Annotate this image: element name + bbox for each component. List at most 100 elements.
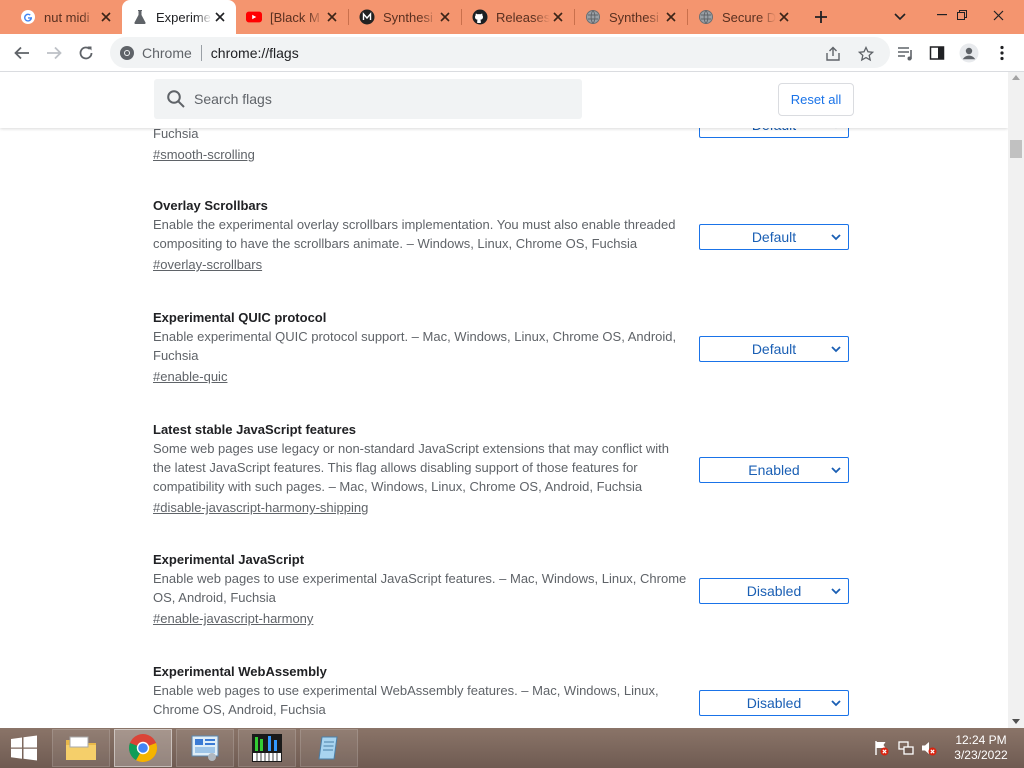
- flag-select-javascript-harmony[interactable]: Disabled: [699, 578, 849, 604]
- taskbar-synthesia[interactable]: [238, 729, 296, 767]
- tab-title: Secure D: [722, 9, 776, 25]
- select-value: Disabled: [746, 583, 802, 599]
- tab-releases[interactable]: Releases: [462, 0, 574, 34]
- profile-button[interactable]: [954, 38, 984, 68]
- close-tab-icon[interactable]: [776, 9, 792, 25]
- flag-select-overlay-scrollbars[interactable]: Default: [699, 224, 849, 250]
- flag-select-webassembly[interactable]: Disabled: [699, 690, 849, 716]
- restore-icon: [957, 10, 967, 20]
- close-tab-icon[interactable]: [98, 9, 114, 25]
- tab-nut-midi[interactable]: nut midi: [10, 0, 122, 34]
- select-value: Default: [751, 341, 797, 357]
- flag-name: Experimental QUIC protocol: [153, 310, 327, 325]
- flag-anchor-link[interactable]: #enable-quic: [153, 367, 227, 386]
- select-value: Default: [751, 229, 797, 245]
- action-center-flag-icon[interactable]: [873, 740, 889, 756]
- reading-list-button[interactable]: [891, 38, 921, 68]
- flag-anchor-link[interactable]: #enable-javascript-harmony: [153, 609, 313, 628]
- back-arrow-icon: [14, 46, 29, 60]
- clock-date: 3/23/2022: [954, 748, 1008, 762]
- start-button[interactable]: [0, 728, 48, 768]
- close-tab-icon[interactable]: [212, 9, 228, 25]
- flag-select-javascript-harmony-shipping[interactable]: Enabled: [699, 457, 849, 483]
- system-clock[interactable]: 12:24 PM 3/23/2022: [948, 733, 1014, 763]
- scroll-up-arrow-icon[interactable]: [1012, 75, 1020, 80]
- windows-logo-icon: [11, 735, 37, 761]
- close-icon: [993, 10, 1003, 20]
- select-value: Disabled: [746, 695, 802, 711]
- volume-muted-icon[interactable]: [921, 740, 937, 756]
- synthesia-icon: [359, 9, 375, 25]
- tab-title: Releases: [496, 9, 550, 25]
- flask-icon: [132, 9, 148, 25]
- share-button[interactable]: [819, 40, 847, 68]
- flag-name: Overlay Scrollbars: [153, 198, 268, 213]
- taskbar-notepad[interactable]: [300, 729, 358, 767]
- chevron-down-icon: [831, 588, 841, 595]
- reset-all-button[interactable]: Reset all: [778, 83, 854, 116]
- close-tab-icon[interactable]: [663, 9, 679, 25]
- flag-description: Enable the experimental overlay scrollba…: [153, 217, 676, 251]
- clock-time: 12:24 PM: [955, 733, 1007, 747]
- globe-icon: [585, 9, 601, 25]
- browser-toolbar: Chrome chrome://flags: [0, 34, 1024, 72]
- notepad-icon: [318, 736, 338, 760]
- taskbar-chrome[interactable]: [114, 729, 172, 767]
- select-value: Enabled: [748, 462, 800, 478]
- restore-button[interactable]: [944, 0, 980, 30]
- search-flags-box[interactable]: [154, 79, 582, 119]
- chrome-icon: [128, 734, 158, 762]
- flags-page: Reset all Fuchsia #smooth-scrolling Defa…: [0, 72, 1008, 728]
- tab-title: [Black M: [270, 9, 320, 25]
- back-button[interactable]: [7, 38, 37, 68]
- flags-header: Reset all: [0, 72, 1008, 128]
- scrollbar-thumb[interactable]: [1010, 140, 1022, 158]
- tab-title: Experime: [156, 9, 211, 25]
- close-tab-icon[interactable]: [550, 9, 566, 25]
- tab-black-m[interactable]: [Black M: [236, 0, 348, 34]
- flag-anchor-link[interactable]: #overlay-scrollbars: [153, 255, 262, 274]
- google-g-icon: [20, 9, 36, 25]
- close-window-button[interactable]: [980, 0, 1016, 30]
- globe-icon: [698, 9, 714, 25]
- tab-secure-d[interactable]: Secure D: [688, 0, 800, 34]
- flag-anchor-link[interactable]: #smooth-scrolling: [153, 145, 255, 164]
- star-icon: [858, 46, 874, 62]
- share-icon: [826, 46, 840, 61]
- address-bar[interactable]: Chrome chrome://flags: [110, 37, 890, 68]
- taskbar-control-panel[interactable]: [176, 729, 234, 767]
- tab-search-button[interactable]: [888, 5, 912, 29]
- scroll-down-arrow-icon[interactable]: [1012, 719, 1020, 724]
- side-panel-button[interactable]: [922, 38, 952, 68]
- taskbar-file-explorer[interactable]: [52, 729, 110, 767]
- chevron-down-icon: [831, 467, 841, 474]
- search-flags-input[interactable]: [194, 91, 554, 107]
- tab-synthesia-2[interactable]: Synthesi: [575, 0, 687, 34]
- tab-experiments[interactable]: Experime: [122, 0, 236, 34]
- reload-button[interactable]: [71, 38, 101, 68]
- tab-synthesia-1[interactable]: Synthesi: [349, 0, 461, 34]
- bookmark-button[interactable]: [852, 40, 880, 68]
- search-icon: [166, 89, 186, 109]
- avatar-icon: [959, 43, 979, 63]
- chevron-down-icon: [831, 700, 841, 707]
- youtube-icon: [246, 9, 262, 25]
- chevron-down-icon: [831, 234, 841, 241]
- flag-select-enable-quic[interactable]: Default: [699, 336, 849, 362]
- flag-description: Some web pages use legacy or non-standar…: [153, 441, 669, 494]
- close-tab-icon[interactable]: [437, 9, 453, 25]
- menu-button[interactable]: [987, 38, 1017, 68]
- network-icon[interactable]: [898, 740, 914, 756]
- side-panel-icon: [929, 46, 945, 60]
- flag-name: Latest stable JavaScript features: [153, 422, 357, 437]
- synthesia-piano-icon: [252, 734, 282, 762]
- new-tab-button[interactable]: [809, 5, 833, 29]
- chrome-page-icon: [119, 45, 135, 61]
- url-text: chrome://flags: [210, 44, 299, 61]
- vertical-scrollbar[interactable]: [1008, 72, 1024, 728]
- forward-button[interactable]: [39, 38, 69, 68]
- tab-strip: nut midi Experime [Black M Synthesi Rele…: [0, 0, 1024, 34]
- reload-icon: [79, 46, 93, 60]
- close-tab-icon[interactable]: [324, 9, 340, 25]
- flag-anchor-link[interactable]: #disable-javascript-harmony-shipping: [153, 498, 368, 517]
